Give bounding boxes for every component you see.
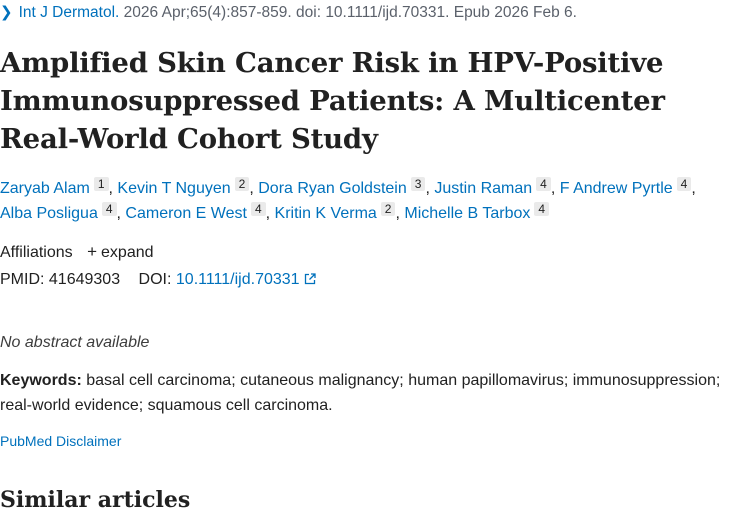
- external-link-icon: [304, 273, 316, 285]
- author-link[interactable]: Alba Posligua: [0, 205, 98, 222]
- citation-details: 2026 Apr;65(4):857-859. doi: 10.1111/ijd…: [123, 4, 577, 21]
- separator: ,: [550, 180, 560, 197]
- author-item: Kevin T Nguyen 2: [117, 177, 250, 197]
- keywords-label: Keywords:: [0, 372, 82, 389]
- separator: ,: [265, 205, 275, 222]
- author-link[interactable]: Justin Raman: [434, 180, 532, 197]
- author-link[interactable]: Dora Ryan Goldstein: [258, 180, 407, 197]
- affiliation-badge[interactable]: 4: [676, 177, 692, 191]
- author-item: Dora Ryan Goldstein 3: [258, 177, 426, 197]
- author-link[interactable]: Zaryab Alam: [0, 180, 90, 197]
- affiliation-badge[interactable]: 4: [534, 202, 550, 216]
- affiliation-badge[interactable]: 2: [380, 202, 396, 216]
- authors-line-1: Zaryab Alam 1, Kevin T Nguyen 2, Dora Ryan…: [0, 176, 745, 201]
- separator: ,: [691, 180, 696, 197]
- pmid-label: PMID:: [0, 271, 45, 288]
- author-link[interactable]: Cameron E West: [125, 205, 247, 222]
- plus-icon: +: [87, 242, 98, 261]
- keywords-text: basal cell carcinoma; cutaneous malignan…: [0, 372, 721, 414]
- doi-value: 10.1111/ijd.70331: [175, 271, 300, 288]
- doi-link[interactable]: 10.1111/ijd.70331: [176, 271, 316, 288]
- affiliation-badge[interactable]: 4: [536, 177, 551, 191]
- author-item: Michelle B Tarbox 4: [404, 202, 550, 222]
- author-item: Zaryab Alam 1: [0, 177, 109, 197]
- affiliations-expand-button[interactable]: + expand: [87, 242, 154, 261]
- doi-label: DOI:: [138, 271, 172, 288]
- author-link[interactable]: F Andrew Pyrtle: [560, 180, 673, 197]
- author-link[interactable]: Michelle B Tarbox: [404, 205, 530, 222]
- chevron-right-icon[interactable]: ❯: [0, 3, 13, 23]
- authors-line-2: Alba Posligua 4, Cameron E West 4, Kritin …: [0, 201, 745, 226]
- pubmed-disclaimer-link[interactable]: PubMed Disclaimer: [0, 431, 121, 451]
- journal-link[interactable]: Int J Dermatol.: [19, 4, 120, 21]
- pmid-value: 41649303: [48, 271, 121, 288]
- affiliation-badge[interactable]: 1: [93, 177, 109, 191]
- identifiers-row: PMID: 41649303 DOI: 10.1111/ijd.70331: [0, 269, 316, 291]
- affiliation-badge[interactable]: 4: [250, 202, 266, 216]
- keywords-section: Keywords: basal cell carcinoma; cutaneou…: [0, 368, 745, 418]
- similar-articles-heading: Similar articles: [0, 487, 191, 513]
- no-abstract-text: No abstract available: [0, 334, 150, 351]
- author-link[interactable]: Kritin K Verma: [275, 205, 377, 222]
- authors-list: Zaryab Alam 1, Kevin T Nguyen 2, Dora Ryan…: [0, 176, 745, 226]
- affiliation-badge[interactable]: 3: [410, 177, 426, 191]
- affiliation-badge[interactable]: 4: [101, 202, 117, 216]
- author-item: Kritin K Verma 2: [275, 202, 396, 222]
- affiliation-badge[interactable]: 2: [234, 177, 250, 191]
- author-item: F Andrew Pyrtle 4: [560, 177, 692, 197]
- author-item: Justin Raman 4: [434, 177, 551, 197]
- separator: ,: [425, 180, 435, 197]
- citation-line: ❯ Int J Dermatol. 2026 Apr;65(4):857-859.…: [0, 3, 577, 23]
- author-link[interactable]: Kevin T Nguyen: [117, 180, 230, 197]
- article-title: Amplified Skin Cancer Risk in HPV-Positi…: [0, 47, 665, 155]
- expand-label: expand: [101, 244, 154, 261]
- author-item: Cameron E West 4: [125, 202, 266, 222]
- author-item: Alba Posligua 4: [0, 202, 117, 222]
- separator: ,: [249, 180, 259, 197]
- affiliations-label: Affiliations: [0, 244, 73, 261]
- affiliations-row: Affiliations + expand: [0, 241, 154, 264]
